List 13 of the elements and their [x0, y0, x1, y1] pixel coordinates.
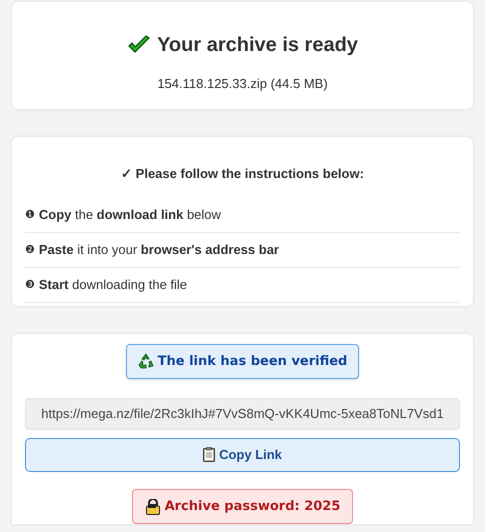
step-number: ❸ — [25, 276, 35, 293]
step-number: ❷ — [25, 242, 35, 258]
instructions-heading: ✓ Please follow the instructions below: — [121, 166, 364, 181]
status-title: Your archive is ready — [157, 33, 358, 58]
password-badge: Archive password: 2025 — [132, 489, 353, 524]
verified-badge: The link has been verified — [126, 344, 359, 379]
link-field[interactable]: https://mega.nz/file/2Rc3kIhJ#7VvS8mQ-vKK4Umc-5xea8ToNL7Vsd1 — [25, 398, 460, 430]
copy-link-button[interactable]: Copy Link — [25, 438, 460, 472]
file-info: 154.118.125.33.zip (44.5 MB) — [157, 75, 328, 93]
step-text: Start downloading the file — [38, 276, 188, 294]
step-text: Paste it into your browser's address bar — [38, 241, 279, 260]
step-number: ❶ — [25, 206, 35, 223]
step-text: Copy the download link below — [38, 206, 221, 224]
